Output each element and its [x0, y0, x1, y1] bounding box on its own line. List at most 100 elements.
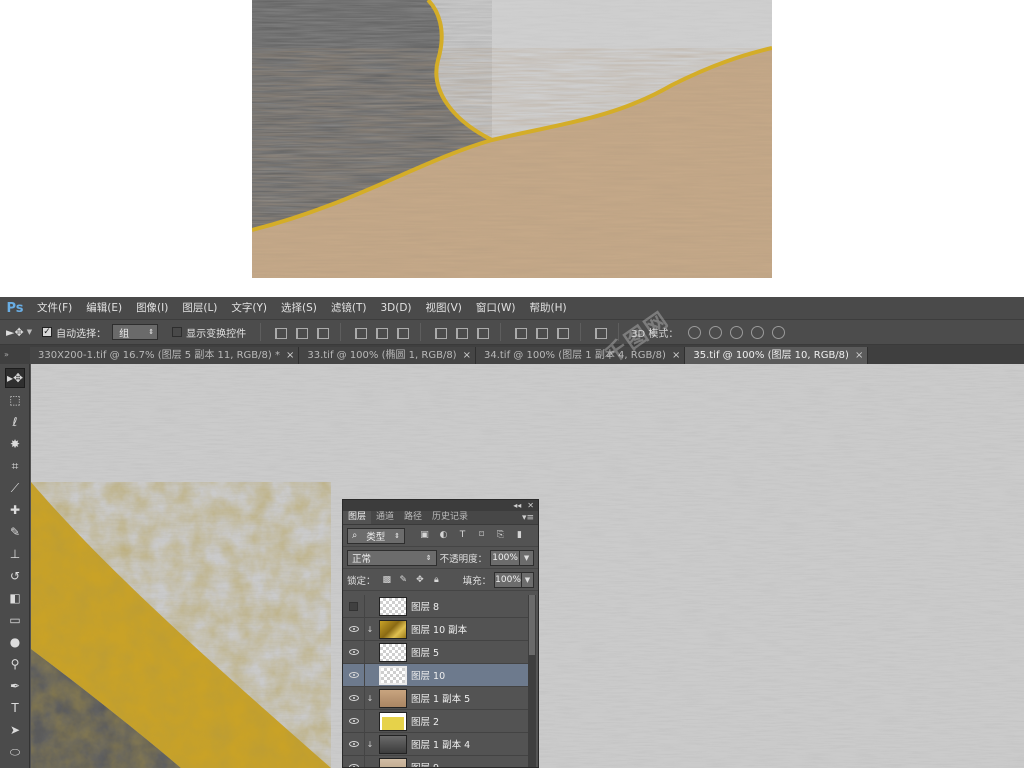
- slide-3d-icon[interactable]: [751, 325, 765, 339]
- layer-row[interactable]: 图层 9: [343, 755, 528, 767]
- document-tab-active[interactable]: 35.tif @ 100% (图层 10, RGB/8) ×: [685, 347, 869, 364]
- menu-3d[interactable]: 3D(D): [373, 297, 418, 319]
- layer-row[interactable]: 图层 5: [343, 640, 528, 664]
- adjustment-filter-icon[interactable]: ◐: [438, 530, 449, 541]
- layer-row[interactable]: ↓ 图层 1 副本 5: [343, 686, 528, 710]
- distribute-bottom-icon[interactable]: [475, 326, 490, 339]
- smart-object-filter-icon[interactable]: ⎘: [495, 530, 506, 541]
- layer-row[interactable]: 图层 10: [343, 663, 528, 687]
- collapse-icon[interactable]: ◂◂: [513, 501, 521, 510]
- menu-layer[interactable]: 图层(L): [175, 297, 224, 319]
- eye-icon[interactable]: [343, 686, 365, 710]
- distribute-right-icon[interactable]: [555, 326, 570, 339]
- close-icon[interactable]: ×: [286, 347, 294, 364]
- history-brush-tool-icon[interactable]: ↺: [5, 566, 25, 586]
- distribute-vcenter-icon[interactable]: [454, 326, 469, 339]
- eyedropper-tool-icon[interactable]: ⟋: [5, 478, 25, 498]
- healing-brush-tool-icon[interactable]: ✚: [5, 500, 25, 520]
- type-filter-icon[interactable]: T: [457, 530, 468, 541]
- close-icon[interactable]: ✕: [527, 501, 534, 510]
- menu-window[interactable]: 窗口(W): [469, 297, 523, 319]
- lock-all-icon[interactable]: 🔒︎: [432, 575, 441, 585]
- align-hcenter-icon[interactable]: [374, 326, 389, 339]
- gradient-tool-icon[interactable]: ▭: [5, 610, 25, 630]
- dodge-tool-icon[interactable]: ⚲: [5, 654, 25, 674]
- tab-layers[interactable]: 图层: [343, 511, 372, 524]
- scale-3d-icon[interactable]: [772, 325, 786, 339]
- menu-select[interactable]: 选择(S): [274, 297, 324, 319]
- blur-tool-icon[interactable]: ●: [5, 632, 25, 652]
- eye-icon[interactable]: [343, 755, 365, 767]
- auto-align-icon[interactable]: [593, 326, 608, 339]
- magic-wand-tool-icon[interactable]: ✸: [5, 434, 25, 454]
- roll-3d-icon[interactable]: [709, 325, 723, 339]
- panel-menu-icon[interactable]: ▾≡: [522, 513, 534, 523]
- tab-channels[interactable]: 通道: [371, 511, 399, 524]
- tool-preset-picker[interactable]: ►✥ ▼: [6, 326, 32, 339]
- eye-icon[interactable]: [343, 617, 365, 641]
- scrollbar-thumb[interactable]: [529, 595, 535, 655]
- menu-file[interactable]: 文件(F): [30, 297, 79, 319]
- align-left-icon[interactable]: [353, 326, 368, 339]
- lasso-tool-icon[interactable]: ℓ: [5, 412, 25, 432]
- tab-history[interactable]: 历史记录: [427, 511, 473, 524]
- eye-icon[interactable]: [343, 732, 365, 756]
- chevron-down-icon[interactable]: ▼: [520, 549, 534, 566]
- distribute-top-icon[interactable]: [433, 326, 448, 339]
- panel-grip[interactable]: »: [0, 345, 30, 364]
- shape-filter-icon[interactable]: ⌑: [476, 530, 487, 541]
- lock-position-icon[interactable]: ✥: [416, 575, 425, 585]
- filter-type-dropdown[interactable]: ⌕ 类型 ⇕: [347, 527, 405, 544]
- fill-input[interactable]: 100%: [494, 571, 522, 588]
- brush-tool-icon[interactable]: ✎: [5, 522, 25, 542]
- tab-paths[interactable]: 路径: [399, 511, 427, 524]
- document-tab[interactable]: 330X200-1.tif @ 16.7% (图层 5 副本 11, RGB/8…: [30, 347, 300, 364]
- clone-stamp-tool-icon[interactable]: ⊥: [5, 544, 25, 564]
- blend-mode-dropdown[interactable]: 正常 ⇕: [347, 549, 437, 566]
- drag-3d-icon[interactable]: [730, 325, 744, 339]
- eye-icon[interactable]: [343, 663, 365, 687]
- distribute-left-icon[interactable]: [513, 326, 528, 339]
- distribute-hcenter-icon[interactable]: [534, 326, 549, 339]
- filter-toggle-icon[interactable]: ▮: [514, 530, 525, 541]
- menu-filter[interactable]: 滤镜(T): [324, 297, 374, 319]
- menu-type[interactable]: 文字(Y): [224, 297, 274, 319]
- document-tab[interactable]: 33.tif @ 100% (椭圆 1, RGB/8) ×: [299, 347, 476, 364]
- lock-pixels-icon[interactable]: ✎: [399, 575, 408, 585]
- menu-edit[interactable]: 编辑(E): [79, 297, 129, 319]
- marquee-tool-icon[interactable]: ⬚: [5, 390, 25, 410]
- eye-icon[interactable]: [343, 640, 365, 664]
- auto-select-checkbox[interactable]: ✓: [42, 327, 53, 337]
- align-vcenter-icon[interactable]: [294, 326, 309, 339]
- layer-row[interactable]: ↓ 图层 10 副本: [343, 617, 528, 641]
- align-top-icon[interactable]: [273, 326, 288, 339]
- align-bottom-icon[interactable]: [315, 326, 330, 339]
- menu-image[interactable]: 图像(I): [129, 297, 175, 319]
- close-icon[interactable]: ×: [463, 347, 471, 364]
- menu-help[interactable]: 帮助(H): [523, 297, 574, 319]
- lock-transparency-icon[interactable]: ▩: [383, 575, 392, 585]
- auto-select-dropdown[interactable]: 组 ⇕: [112, 324, 159, 340]
- layer-row[interactable]: 图层 2: [343, 709, 528, 733]
- pixel-filter-icon[interactable]: ▣: [419, 530, 430, 541]
- eraser-tool-icon[interactable]: ◧: [5, 588, 25, 608]
- close-icon[interactable]: ×: [855, 347, 863, 364]
- close-icon[interactable]: ×: [672, 347, 680, 364]
- align-right-icon[interactable]: [395, 326, 410, 339]
- type-tool-icon[interactable]: T: [5, 698, 25, 718]
- path-selection-tool-icon[interactable]: ➤: [5, 720, 25, 740]
- layers-scrollbar[interactable]: [528, 595, 536, 767]
- eye-icon[interactable]: [343, 709, 365, 733]
- opacity-input[interactable]: 100%: [490, 549, 521, 566]
- layer-row[interactable]: ↓ 图层 1 副本 4: [343, 732, 528, 756]
- shape-tool-icon[interactable]: ⬭: [5, 742, 25, 762]
- layer-row[interactable]: 图层 8: [343, 594, 528, 618]
- crop-tool-icon[interactable]: ⌗: [5, 456, 25, 476]
- visibility-off-icon[interactable]: [343, 594, 365, 618]
- chevron-down-icon[interactable]: ▼: [521, 571, 534, 588]
- move-tool-icon[interactable]: ▸✥: [5, 368, 25, 388]
- rotate-3d-icon[interactable]: [688, 325, 702, 339]
- menu-view[interactable]: 视图(V): [419, 297, 469, 319]
- show-transform-checkbox[interactable]: [172, 327, 183, 337]
- pen-tool-icon[interactable]: ✒: [5, 676, 25, 696]
